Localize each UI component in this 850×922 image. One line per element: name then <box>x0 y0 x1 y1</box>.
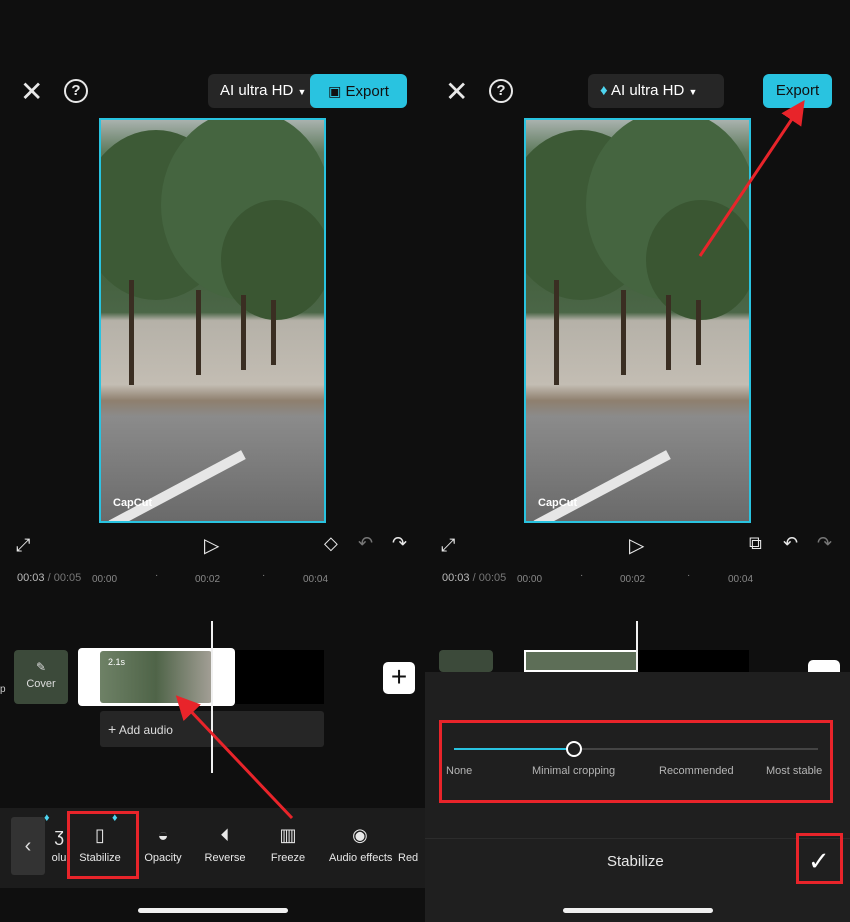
arrow-to-clip <box>175 695 294 820</box>
annotation-arrows <box>175 100 805 820</box>
arrow-to-export <box>698 100 805 257</box>
